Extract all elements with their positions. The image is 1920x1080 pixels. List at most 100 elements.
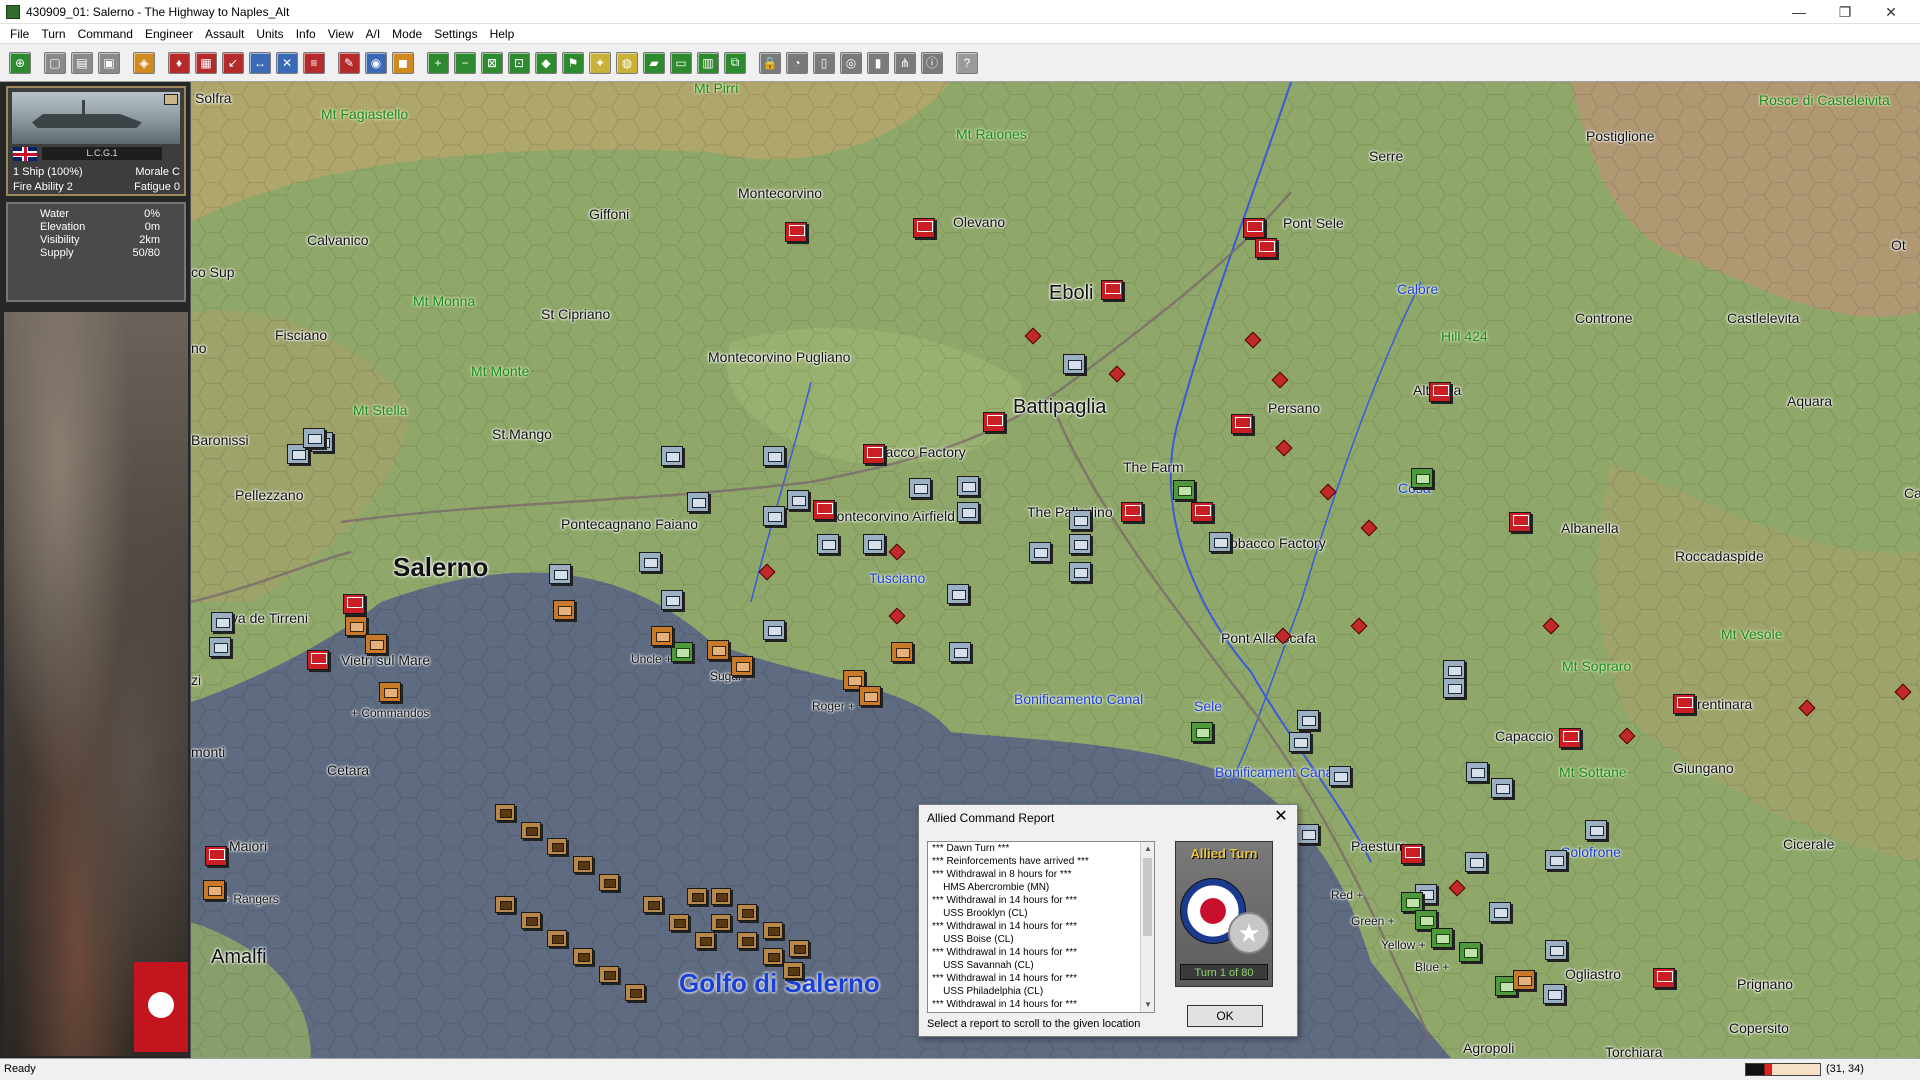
naval-unit-counter[interactable]	[547, 930, 567, 947]
axis-unit-counter[interactable]	[913, 218, 935, 238]
green-unit-counter[interactable]	[1411, 468, 1433, 488]
report-line[interactable]: *** Dawn Turn ***	[928, 842, 1154, 855]
landing-unit-counter[interactable]	[731, 656, 753, 676]
report-line[interactable]: HMS Abercrombie (MN)	[928, 881, 1154, 894]
toolbar-button-7[interactable]: ▦	[195, 51, 217, 74]
axis-unit-counter[interactable]	[1653, 968, 1675, 988]
report-line[interactable]: *** Withdrawal in 14 hours for ***	[928, 920, 1154, 933]
menu-units[interactable]: Units	[250, 24, 289, 44]
naval-unit-counter[interactable]	[573, 948, 593, 965]
toolbar-button-21[interactable]: ✦	[589, 51, 611, 74]
naval-unit-counter[interactable]	[669, 914, 689, 931]
report-line[interactable]: *** Withdrawal in 14 hours for ***	[928, 998, 1154, 1011]
toolbar-button-33[interactable]: ⓘ	[921, 51, 943, 74]
green-unit-counter[interactable]	[1415, 910, 1437, 930]
close-button[interactable]: ✕	[1868, 0, 1914, 24]
naval-unit-counter[interactable]	[625, 984, 645, 1001]
allied-unit-counter[interactable]	[1443, 660, 1465, 680]
naval-unit-counter[interactable]	[737, 904, 757, 921]
allied-unit-counter[interactable]	[1069, 510, 1091, 530]
naval-unit-counter[interactable]	[495, 804, 515, 821]
toolbar-button-3[interactable]: ▤	[71, 51, 93, 74]
allied-unit-counter[interactable]	[1289, 732, 1311, 752]
allied-unit-counter[interactable]	[1029, 542, 1051, 562]
axis-unit-counter[interactable]	[343, 594, 365, 614]
toolbar-button-30[interactable]: ◎	[840, 51, 862, 74]
naval-unit-counter[interactable]	[521, 912, 541, 929]
report-line[interactable]: USS Savannah (CL)	[928, 959, 1154, 972]
naval-unit-counter[interactable]	[547, 838, 567, 855]
allied-unit-counter[interactable]	[1585, 820, 1607, 840]
allied-unit-counter[interactable]	[909, 478, 931, 498]
naval-unit-counter[interactable]	[521, 822, 541, 839]
naval-unit-counter[interactable]	[711, 888, 731, 905]
menu-view[interactable]: View	[322, 24, 360, 44]
allied-unit-counter[interactable]	[303, 428, 325, 448]
axis-unit-counter[interactable]	[1401, 844, 1423, 864]
naval-unit-counter[interactable]	[763, 948, 783, 965]
maximize-button[interactable]: ❐	[1822, 0, 1868, 24]
toolbar-button-12[interactable]: ✎	[338, 51, 360, 74]
naval-unit-counter[interactable]	[573, 856, 593, 873]
toolbar-button-31[interactable]: ▮	[867, 51, 889, 74]
naval-unit-counter[interactable]	[643, 896, 663, 913]
toolbar-button-15[interactable]: +	[427, 51, 449, 74]
allied-unit-counter[interactable]	[639, 552, 661, 572]
toolbar-button-22[interactable]: ◍	[616, 51, 638, 74]
allied-command-report-dialog[interactable]: Allied Command Report ✕ *** Dawn Turn **…	[918, 804, 1298, 1037]
scroll-up-icon[interactable]: ▲	[1141, 842, 1154, 856]
scroll-down-icon[interactable]: ▼	[1141, 998, 1154, 1012]
unit-info-card[interactable]: L.C.G.1 1 Ship (100%) Morale C Fire Abil…	[6, 86, 186, 196]
toolbar-button-23[interactable]: ▰	[643, 51, 665, 74]
report-line[interactable]: *** Withdrawal in 14 hours for ***	[928, 894, 1154, 907]
allied-unit-counter[interactable]	[863, 534, 885, 554]
toolbar-button-9[interactable]: ↔	[249, 51, 271, 74]
axis-unit-counter[interactable]	[983, 412, 1005, 432]
axis-unit-counter[interactable]	[1673, 694, 1695, 714]
allied-unit-counter[interactable]	[1545, 850, 1567, 870]
menu-settings[interactable]: Settings	[428, 24, 483, 44]
allied-unit-counter[interactable]	[1063, 354, 1085, 374]
allied-unit-counter[interactable]	[787, 490, 809, 510]
menu-command[interactable]: Command	[72, 24, 139, 44]
landing-unit-counter[interactable]	[203, 880, 225, 900]
toolbar-button-11[interactable]: ≡	[303, 51, 325, 74]
axis-unit-counter[interactable]	[307, 650, 329, 670]
allied-unit-counter[interactable]	[1069, 562, 1091, 582]
menu-ai[interactable]: A/I	[360, 24, 387, 44]
toolbar-button-8[interactable]: ↙	[222, 51, 244, 74]
ok-button[interactable]: OK	[1187, 1005, 1263, 1027]
allied-unit-counter[interactable]	[1545, 940, 1567, 960]
report-line[interactable]: USS Boise (CL)	[928, 933, 1154, 946]
naval-unit-counter[interactable]	[495, 896, 515, 913]
toolbar-button-2[interactable]: ▢	[44, 51, 66, 74]
menu-assault[interactable]: Assault	[199, 24, 250, 44]
allied-unit-counter[interactable]	[211, 612, 233, 632]
axis-unit-counter[interactable]	[1509, 512, 1531, 532]
green-unit-counter[interactable]	[1173, 480, 1195, 500]
naval-unit-counter[interactable]	[599, 874, 619, 891]
toolbar-button-19[interactable]: ◆	[535, 51, 557, 74]
toolbar-button-28[interactable]: ◔	[786, 51, 808, 74]
toolbar-button-10[interactable]: ✕	[276, 51, 298, 74]
landing-unit-counter[interactable]	[707, 640, 729, 660]
green-unit-counter[interactable]	[1459, 942, 1481, 962]
toolbar-button-4[interactable]: ▣	[98, 51, 120, 74]
allied-unit-counter[interactable]	[817, 534, 839, 554]
axis-unit-counter[interactable]	[1429, 382, 1451, 402]
report-line[interactable]: *** Withdrawal in 8 hours for ***	[928, 868, 1154, 881]
naval-unit-counter[interactable]	[711, 914, 731, 931]
axis-unit-counter[interactable]	[813, 500, 835, 520]
allied-unit-counter[interactable]	[763, 506, 785, 526]
toolbar-button-27[interactable]: 🔒	[759, 51, 781, 74]
toolbar-button-1[interactable]: ⊕	[9, 51, 31, 74]
naval-unit-counter[interactable]	[599, 966, 619, 983]
allied-unit-counter[interactable]	[549, 564, 571, 584]
toolbar-button-17[interactable]: ⊠	[481, 51, 503, 74]
report-lines[interactable]: *** Dawn Turn *** *** Reinforcements have…	[928, 842, 1154, 1011]
report-line[interactable]: *** Reinforcements have arrived ***	[928, 855, 1154, 868]
report-line[interactable]: *** Withdrawal in 14 hours for ***	[928, 972, 1154, 985]
allied-unit-counter[interactable]	[957, 476, 979, 496]
allied-unit-counter[interactable]	[1466, 762, 1488, 782]
landing-unit-counter[interactable]	[651, 626, 673, 646]
